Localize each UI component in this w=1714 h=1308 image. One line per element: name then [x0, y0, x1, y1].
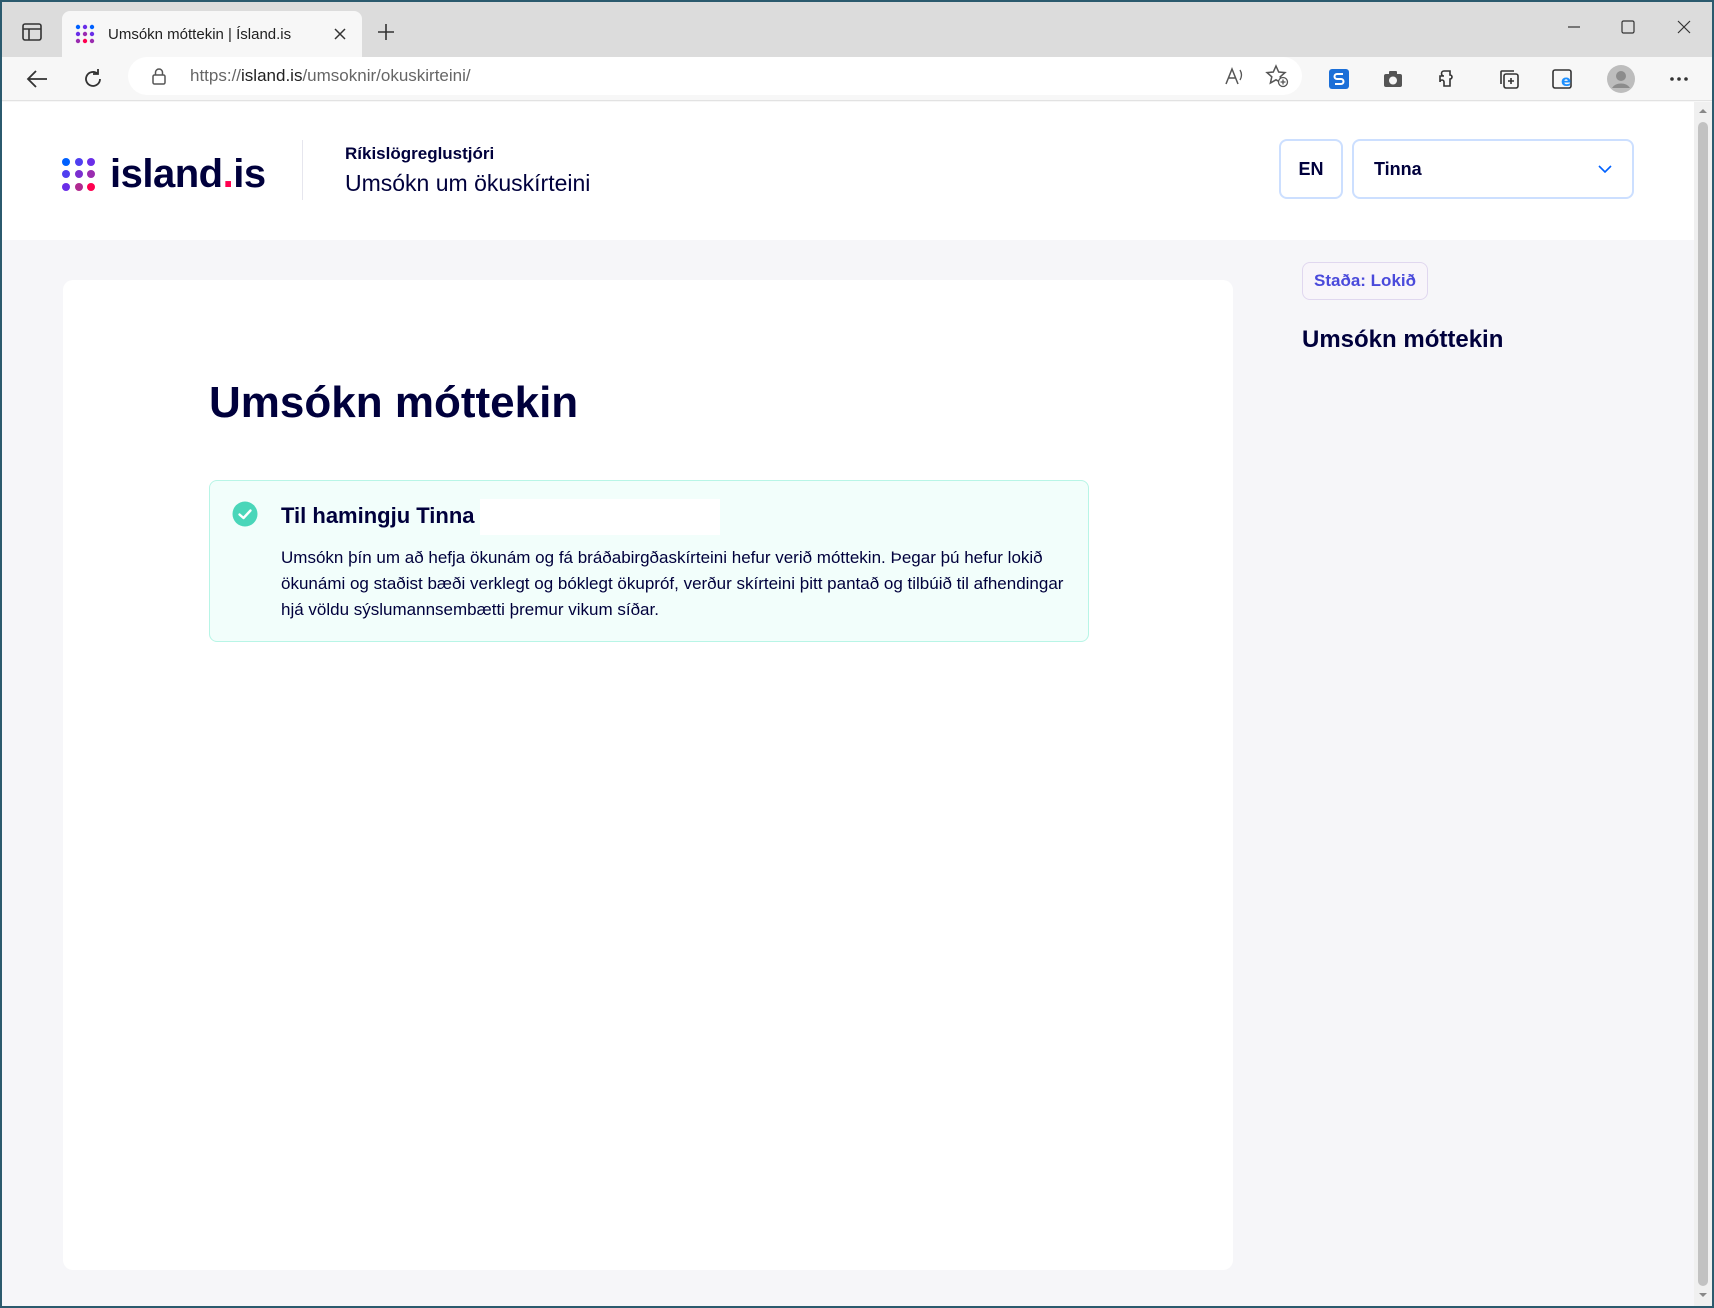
page-viewport: island.is Ríkislögreglustjóri Umsókn um … [2, 102, 1694, 1306]
redacted-area [480, 499, 720, 535]
logo-dots-icon [62, 157, 96, 192]
page-title: Umsókn móttekin [209, 378, 579, 427]
success-alert: Til hamingju Tinna Umsókn þín um að hefj… [209, 480, 1089, 642]
sidebar-step-title: Umsókn móttekin [1302, 326, 1504, 353]
scroll-up-icon[interactable] [1698, 106, 1708, 116]
browser-toolbar: https://island.is/umsoknir/okuskirteini/… [2, 57, 1712, 101]
close-tab-icon[interactable] [330, 24, 350, 44]
org-name: Ríkislögreglustjóri [345, 144, 495, 163]
refresh-icon[interactable] [74, 60, 112, 98]
site-header: island.is Ríkislögreglustjóri Umsókn um … [2, 102, 1694, 240]
camera-icon[interactable] [1374, 60, 1412, 98]
close-window-icon[interactable] [1656, 2, 1712, 52]
scroll-down-icon[interactable] [1698, 1290, 1708, 1300]
status-sidebar: Staða: Lokið Umsókn móttekin [1302, 262, 1503, 354]
application-card: Umsókn móttekin Til hamingju Tinna Umsók… [63, 280, 1233, 1270]
ie-mode-icon[interactable]: e [1544, 60, 1582, 98]
browser-window: Umsókn móttekin | Ísland.is https://isla… [2, 2, 1712, 1306]
scrollbar-thumb[interactable] [1698, 122, 1708, 1286]
chevron-down-icon [1598, 165, 1612, 173]
check-circle-icon [232, 501, 258, 527]
more-options-icon[interactable] [1660, 60, 1698, 98]
new-tab-icon[interactable] [370, 16, 402, 48]
org-info: Ríkislögreglustjóri Umsókn um ökuskírtei… [345, 144, 590, 197]
browser-tab-active[interactable]: Umsókn móttekin | Ísland.is [62, 11, 362, 57]
extension-s-icon[interactable] [1320, 60, 1358, 98]
title-bar: Umsókn móttekin | Ísland.is [2, 2, 1712, 57]
lock-icon [152, 68, 166, 85]
page-scrollbar[interactable] [1694, 102, 1712, 1306]
island-favicon-icon [75, 24, 95, 44]
minimize-icon[interactable] [1546, 2, 1602, 52]
application-name: Umsókn um ökuskírteini [345, 170, 591, 196]
tab-title: Umsókn móttekin | Ísland.is [108, 25, 292, 43]
user-menu-button[interactable]: Tinna [1352, 139, 1634, 199]
profile-avatar-icon[interactable] [1602, 60, 1640, 98]
back-arrow-icon[interactable] [18, 60, 56, 98]
read-aloud-icon[interactable] [1220, 61, 1250, 91]
tab-actions-icon[interactable] [16, 17, 48, 47]
alert-message: Umsókn þín um að hefja ökunám og fá bráð… [281, 548, 1064, 619]
extensions-icon[interactable] [1428, 60, 1466, 98]
logo-text: island.is [110, 152, 266, 196]
user-name: Tinna [1374, 158, 1422, 179]
url-text: https://island.is/umsoknir/okuskirteini/ [190, 66, 471, 85]
collections-icon[interactable] [1490, 60, 1528, 98]
header-divider [302, 140, 303, 200]
island-logo[interactable]: island.is [62, 152, 266, 197]
svg-text:e: e [1561, 72, 1571, 90]
alert-title: Til hamingju Tinna [281, 503, 475, 528]
status-badge: Staða: Lokið [1302, 262, 1429, 300]
add-favorite-icon[interactable] [1262, 61, 1292, 91]
address-bar[interactable]: https://island.is/umsoknir/okuskirteini/ [128, 57, 1302, 95]
language-button[interactable]: EN [1279, 139, 1343, 199]
maximize-icon[interactable] [1600, 2, 1656, 52]
